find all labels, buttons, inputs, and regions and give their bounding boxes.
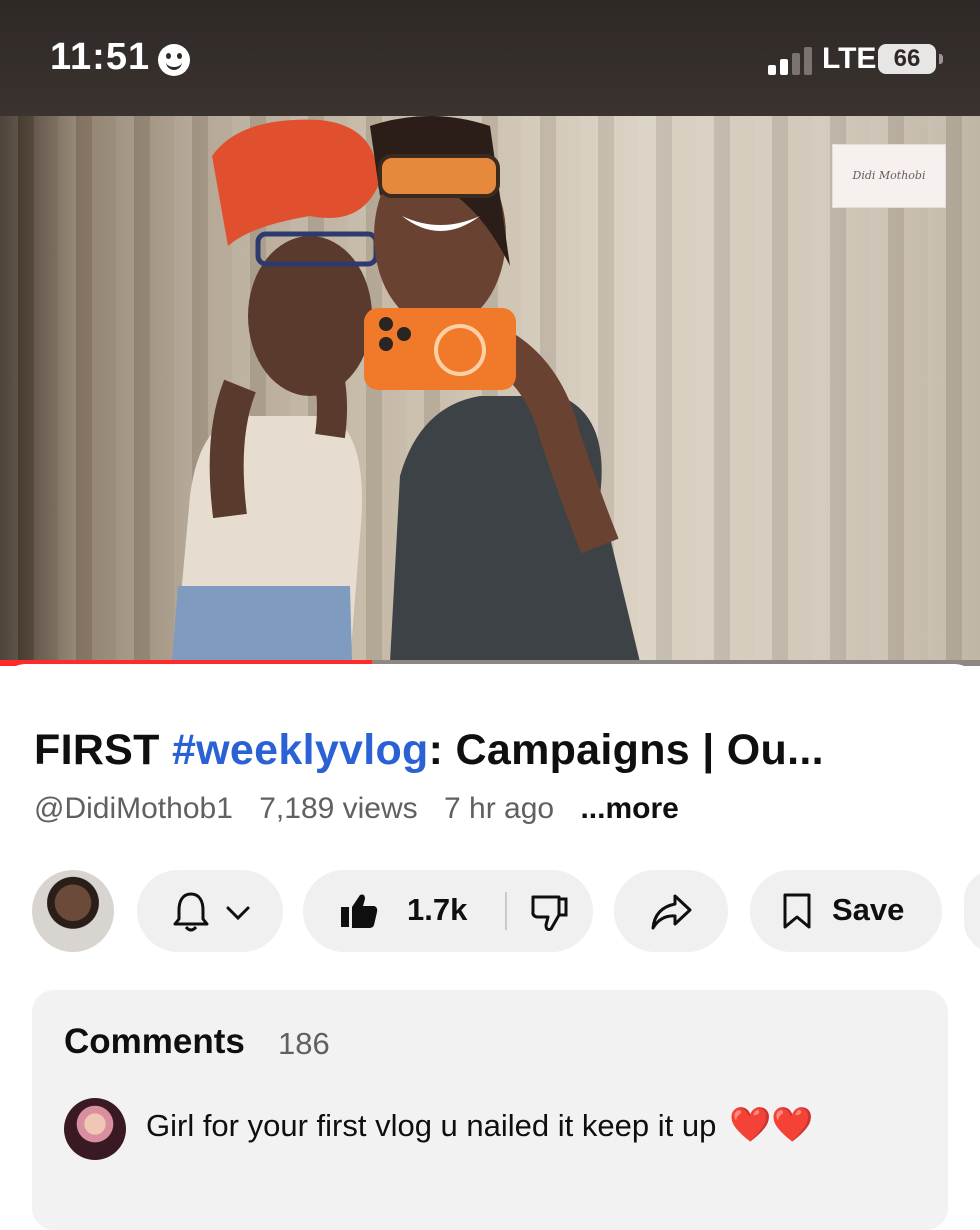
subscription-bell-button[interactable] — [137, 870, 283, 952]
chevron-down-icon — [226, 906, 250, 921]
save-button[interactable]: Save — [750, 870, 942, 952]
more-link[interactable]: ...more — [580, 792, 678, 825]
signal-icon — [768, 47, 814, 75]
top-comment-text: Girl for your first vlog u nailed it kee… — [146, 1108, 717, 1143]
channel-watermark: Didi Mothobi — [832, 144, 946, 208]
smiley-icon — [158, 44, 190, 76]
title-prefix: FIRST — [34, 726, 172, 774]
channel-avatar[interactable] — [32, 870, 114, 952]
thumbs-down-icon[interactable] — [529, 893, 569, 933]
battery-level: 66 — [893, 45, 921, 72]
save-label: Save — [832, 892, 905, 927]
video-player[interactable]: Didi Mothobi — [0, 116, 980, 662]
like-divider — [505, 892, 507, 930]
comments-title: Comments — [64, 1022, 245, 1061]
upload-age: 7 hr ago — [444, 792, 555, 825]
more-actions-button[interactable] — [964, 870, 980, 952]
bookmark-icon — [783, 893, 811, 929]
view-count: 7,189 views — [259, 792, 418, 825]
commenter-avatar — [64, 1098, 126, 1160]
like-dislike-group: 1.7k — [303, 870, 593, 952]
comments-count: 186 — [278, 1026, 330, 1061]
battery-icon: 66 — [878, 44, 943, 74]
status-bar: 11:51 LTE 66 — [0, 0, 980, 116]
share-icon — [651, 894, 692, 930]
heart-emoji: ❤️❤️ — [728, 1106, 814, 1144]
top-comment: Girl for your first vlog u nailed it kee… — [146, 1108, 814, 1144]
title-hashtag[interactable]: #weeklyvlog — [172, 726, 429, 774]
status-time: 11:51 — [50, 36, 151, 78]
network-type: LTE — [822, 42, 877, 75]
thumbs-up-icon[interactable] — [339, 891, 379, 931]
channel-handle[interactable]: @DidiMothob1 — [34, 792, 233, 825]
share-button[interactable] — [614, 870, 728, 952]
bell-icon — [173, 892, 209, 932]
video-title[interactable]: FIRST #weeklyvlog: Campaigns | Ou... — [34, 726, 954, 775]
video-meta: @DidiMothob1 7,189 views 7 hr ago ...mor… — [34, 792, 697, 826]
like-count: 1.7k — [407, 892, 468, 927]
comments-section[interactable]: Comments 186 Girl for your first vlog u … — [32, 990, 948, 1230]
video-details-sheet: FIRST #weeklyvlog: Campaigns | Ou... @Di… — [0, 664, 980, 1230]
title-rest: : Campaigns | Ou... — [428, 726, 824, 774]
